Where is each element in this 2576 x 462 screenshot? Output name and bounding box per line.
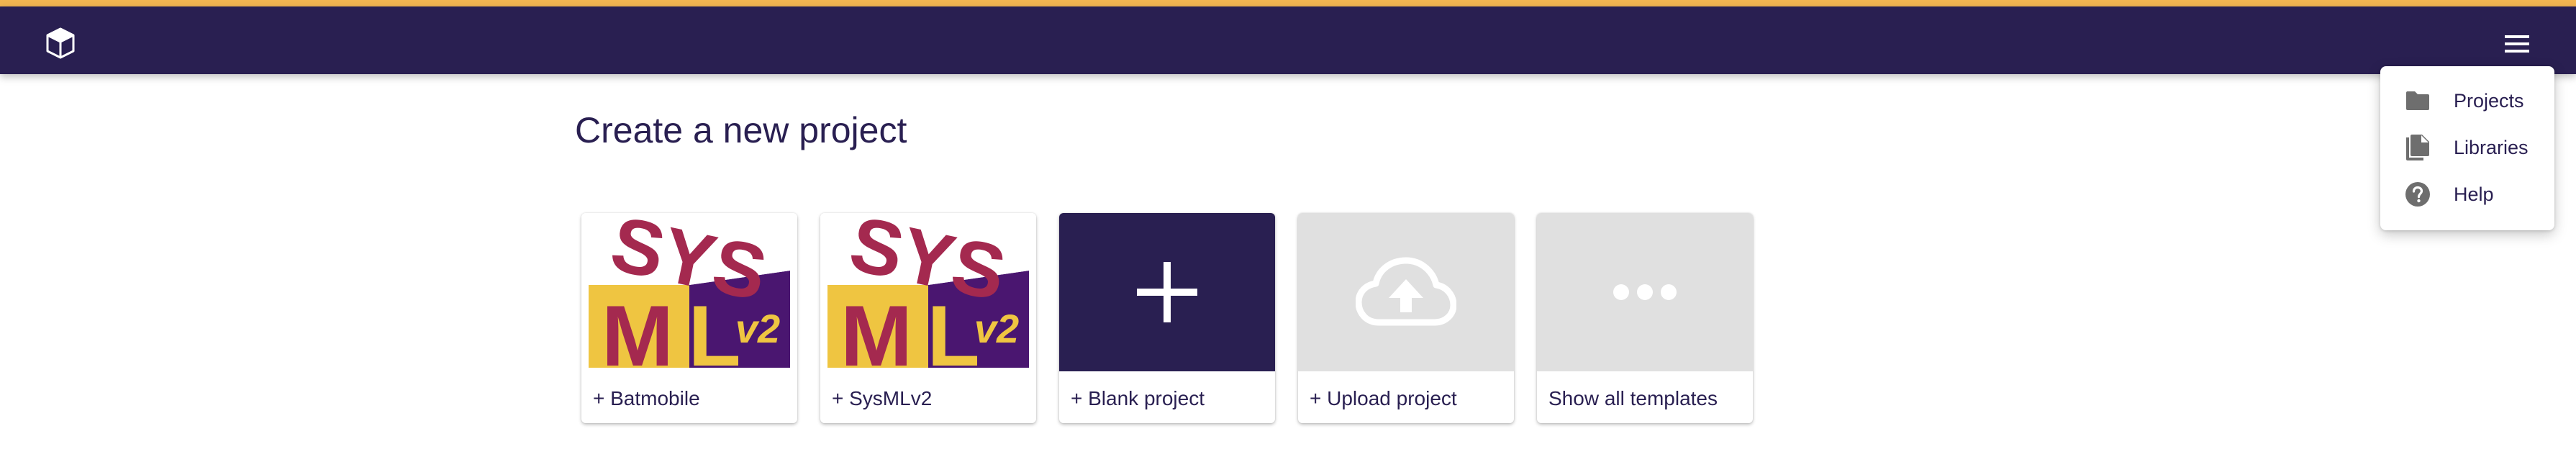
cube-icon[interactable]	[43, 26, 78, 60]
navbar	[0, 6, 2576, 74]
card-label: + Blank project	[1071, 387, 1205, 409]
template-card-show-all[interactable]: Show all templates	[1537, 213, 1753, 423]
page-title: Create a new project	[575, 110, 907, 150]
svg-text:v2: v2	[974, 306, 1019, 351]
card-label: + SysMLv2	[832, 387, 933, 409]
svg-text:L: L	[927, 288, 979, 371]
plus-icon	[1059, 213, 1275, 371]
template-card-blank-project[interactable]: + Blank project	[1059, 213, 1275, 423]
svg-text:v2: v2	[735, 306, 780, 351]
card-label: Show all templates	[1548, 387, 1718, 409]
menu-item-projects[interactable]: Projects	[2380, 78, 2554, 124]
sysml-v2-logo: SYS M L v2	[581, 213, 797, 371]
menu-item-label: Libraries	[2454, 136, 2529, 158]
menu-item-label: Projects	[2454, 89, 2524, 112]
more-horizontal-icon	[1537, 213, 1753, 371]
template-card-batmobile[interactable]: SYS M L v2 + Batmobile	[581, 213, 797, 423]
help-icon	[2403, 180, 2432, 209]
svg-text:L: L	[688, 288, 740, 371]
menu-item-label: Help	[2454, 183, 2494, 205]
template-card-upload-project[interactable]: + Upload project	[1298, 213, 1514, 423]
svg-text:M: M	[840, 288, 912, 371]
navigation-menu: Projects Libraries Help	[2380, 66, 2554, 230]
menu-item-libraries[interactable]: Libraries	[2380, 124, 2554, 171]
library-icon	[2403, 133, 2432, 162]
accent-strip	[0, 0, 2576, 6]
cloud-upload-icon	[1298, 213, 1514, 371]
hamburger-menu-icon[interactable]	[2501, 28, 2533, 60]
card-label: + Batmobile	[593, 387, 700, 409]
svg-text:M: M	[602, 288, 674, 371]
card-label: + Upload project	[1310, 387, 1457, 409]
menu-item-help[interactable]: Help	[2380, 171, 2554, 217]
sysml-v2-logo: SYS M L v2	[820, 213, 1036, 371]
folder-icon	[2403, 86, 2432, 115]
template-cards: SYS M L v2 + Batmobile SYS M L v2 + SysM…	[581, 213, 1753, 423]
template-card-sysmlv2[interactable]: SYS M L v2 + SysMLv2	[820, 213, 1036, 423]
